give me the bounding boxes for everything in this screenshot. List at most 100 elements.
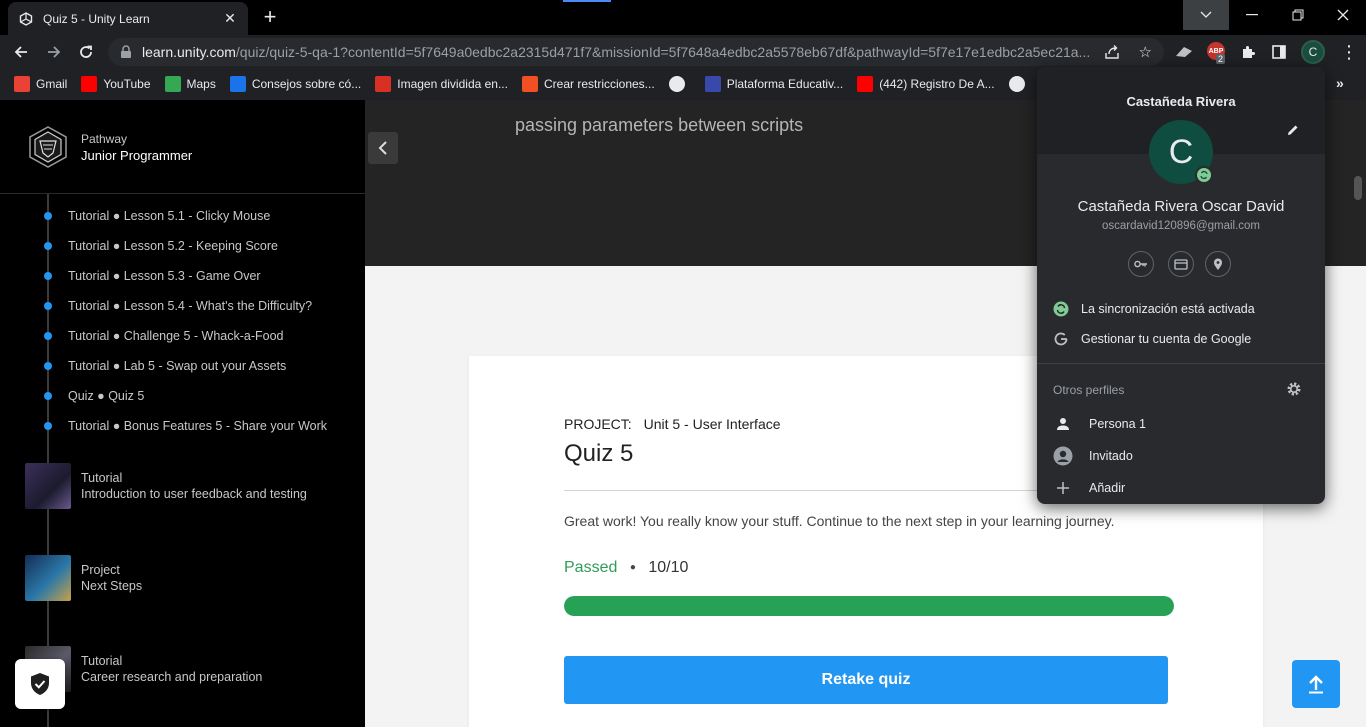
browser-toolbar: learn.unity.com/quiz/quiz-5-qa-1?content…: [0, 35, 1366, 68]
lesson-label: Tutorial ● Bonus Features 5 - Share your…: [68, 419, 328, 433]
project-name[interactable]: Unit 5 - User Interface: [644, 416, 781, 432]
profile-avatar-button[interactable]: C: [1301, 40, 1325, 64]
back-button[interactable]: [8, 39, 34, 65]
lesson-label: Tutorial ● Lesson 5.1 - Clicky Mouse: [68, 209, 271, 223]
module-thumbnail: [25, 463, 71, 509]
pathway-kicker: Pathway: [81, 132, 128, 146]
restore-button[interactable]: [1275, 0, 1321, 30]
module-title: Career research and preparation: [81, 670, 263, 684]
quiz-title: Quiz 5: [564, 440, 634, 467]
forward-button[interactable]: [41, 39, 67, 65]
profile-guest-label: Invitado: [1089, 449, 1133, 463]
lesson-item[interactable]: Tutorial ● Lab 5 - Swap out your Assets: [0, 351, 365, 381]
bookmark-item[interactable]: Crear restricciones...: [521, 76, 655, 92]
bookmark-item[interactable]: Consejos sobre có...: [229, 76, 361, 92]
bookmark-item[interactable]: Plataforma Educativ...: [704, 76, 843, 92]
lesson-label: Quiz ● Quiz 5: [68, 389, 145, 403]
addresses-pin-icon[interactable]: [1205, 251, 1231, 277]
profile-menu-divider: [1037, 363, 1325, 364]
url-path: /quiz/quiz-5-qa-1?contentId=5f7649a0edbc…: [235, 44, 1091, 60]
side-panel-icon[interactable]: [1268, 41, 1290, 63]
lesson-item[interactable]: Tutorial ● Lesson 5.2 - Keeping Score: [0, 231, 365, 261]
bookmark-label: Crear restricciones...: [543, 77, 655, 91]
payment-card-icon[interactable]: [1168, 251, 1194, 277]
lesson-item[interactable]: Tutorial ● Challenge 5 - Whack-a-Food: [0, 321, 365, 351]
junior-programmer-badge-icon: [26, 125, 70, 169]
sync-status-row[interactable]: La sincronización está activada: [1037, 294, 1325, 324]
passwords-key-icon[interactable]: [1128, 251, 1154, 277]
bookmark-label: Gmail: [36, 77, 68, 91]
tab-close-icon[interactable]: ✕: [222, 10, 238, 27]
sync-badge-icon: [1195, 166, 1213, 184]
lesson-item[interactable]: Tutorial ● Bonus Features 5 - Share your…: [0, 411, 365, 441]
plus-icon: [1053, 478, 1073, 498]
project-label: PROJECT:: [564, 416, 632, 432]
add-profile[interactable]: Añadir: [1037, 473, 1325, 503]
course-sidebar: Pathway Junior Programmer Tutorial ● Les…: [0, 100, 365, 727]
bookmark-item[interactable]: Gmail: [14, 76, 67, 92]
close-window-button[interactable]: [1320, 0, 1366, 30]
reload-button[interactable]: [73, 39, 99, 65]
bookmark-item[interactable]: (442) Registro De A...: [857, 76, 995, 92]
lesson-item[interactable]: Quiz ● Quiz 5: [0, 381, 365, 411]
lesson-dot-icon: [44, 362, 52, 370]
share-icon[interactable]: [1104, 44, 1120, 65]
bookmark-star-icon[interactable]: ☆: [1139, 43, 1152, 61]
sync-icon: [1053, 301, 1069, 317]
add-profile-label: Añadir: [1089, 481, 1126, 495]
privacy-shield-button[interactable]: [15, 659, 65, 709]
url-text: learn.unity.com/quiz/quiz-5-qa-1?content…: [142, 44, 1112, 60]
bookmark-label: YouTube: [103, 77, 151, 91]
result-summary: Passed ● 10/10: [564, 559, 688, 577]
module-title: Introduction to user feedback and testin…: [81, 487, 307, 501]
minimize-button[interactable]: [1229, 0, 1275, 30]
collapse-sidebar-button[interactable]: [368, 132, 398, 164]
profile-email: oscardavid120896@gmail.com: [1101, 220, 1261, 232]
lesson-item[interactable]: Tutorial ● Lesson 5.3 - Game Over: [0, 261, 365, 291]
edit-pencil-icon[interactable]: [1286, 123, 1300, 142]
module-kind: Project: [81, 563, 120, 577]
page-scrollbar[interactable]: [1354, 176, 1362, 200]
manage-profiles-gear-icon[interactable]: [1286, 381, 1302, 402]
manage-account-row[interactable]: Gestionar tu cuenta de Google: [1037, 324, 1325, 354]
arrow-up-icon: [1309, 675, 1323, 694]
module-item[interactable]: Project Next Steps: [0, 555, 365, 603]
bookmark-item[interactable]: Maps: [164, 76, 216, 92]
module-title: Next Steps: [81, 579, 143, 593]
puzzle-icon[interactable]: [1237, 41, 1259, 63]
arrow-left-icon: [14, 46, 27, 58]
lesson-dot-icon: [44, 212, 52, 220]
bookmark-item[interactable]: YouTube: [81, 76, 151, 92]
browser-tab[interactable]: Quiz 5 - Unity Learn ✕: [8, 2, 248, 35]
lesson-item[interactable]: Tutorial ● Lesson 5.4 - What's the Diffi…: [0, 291, 365, 321]
sync-status-label: La sincronización está activada: [1081, 302, 1255, 316]
bookmark-item[interactable]: [668, 76, 691, 92]
bookmark-item[interactable]: Imagen dividida en...: [375, 76, 508, 92]
module-thumbnail: [25, 555, 71, 601]
gmail-icon: [14, 76, 30, 92]
guest-avatar-icon: [1053, 446, 1073, 466]
shield-check-icon: [31, 673, 49, 695]
adblock-count: 2: [1216, 54, 1226, 64]
tab-search-button[interactable]: [1183, 0, 1229, 30]
retake-quiz-button[interactable]: Retake quiz: [564, 656, 1168, 704]
lesson-dot-icon: [44, 332, 52, 340]
lock-icon[interactable]: [120, 45, 134, 59]
tab-strip: Quiz 5 - Unity Learn ✕ +: [0, 0, 1366, 35]
lesson-item[interactable]: Tutorial ● Lesson 5.1 - Clicky Mouse: [0, 201, 365, 231]
bookmark-item[interactable]: [1008, 76, 1031, 92]
google-g-icon: [1053, 331, 1069, 347]
chrome-menu-icon[interactable]: ⋮: [1337, 40, 1361, 64]
globe-icon: [668, 76, 685, 92]
score-progress-fill: [564, 596, 1174, 616]
extension-icon[interactable]: [1173, 41, 1195, 63]
profile-guest[interactable]: Invitado: [1037, 441, 1325, 471]
address-bar[interactable]: learn.unity.com/quiz/quiz-5-qa-1?content…: [108, 38, 1164, 66]
module-item[interactable]: Tutorial Introduction to user feedback an…: [0, 463, 365, 511]
bookmarks-overflow-icon[interactable]: »: [1336, 75, 1344, 91]
score-progress-bar: [564, 596, 1174, 616]
pathway-header[interactable]: Pathway Junior Programmer: [0, 100, 365, 194]
new-tab-button[interactable]: +: [258, 5, 282, 29]
scroll-to-top-button[interactable]: [1292, 660, 1340, 708]
profile-persona-1[interactable]: Persona 1: [1037, 409, 1325, 439]
